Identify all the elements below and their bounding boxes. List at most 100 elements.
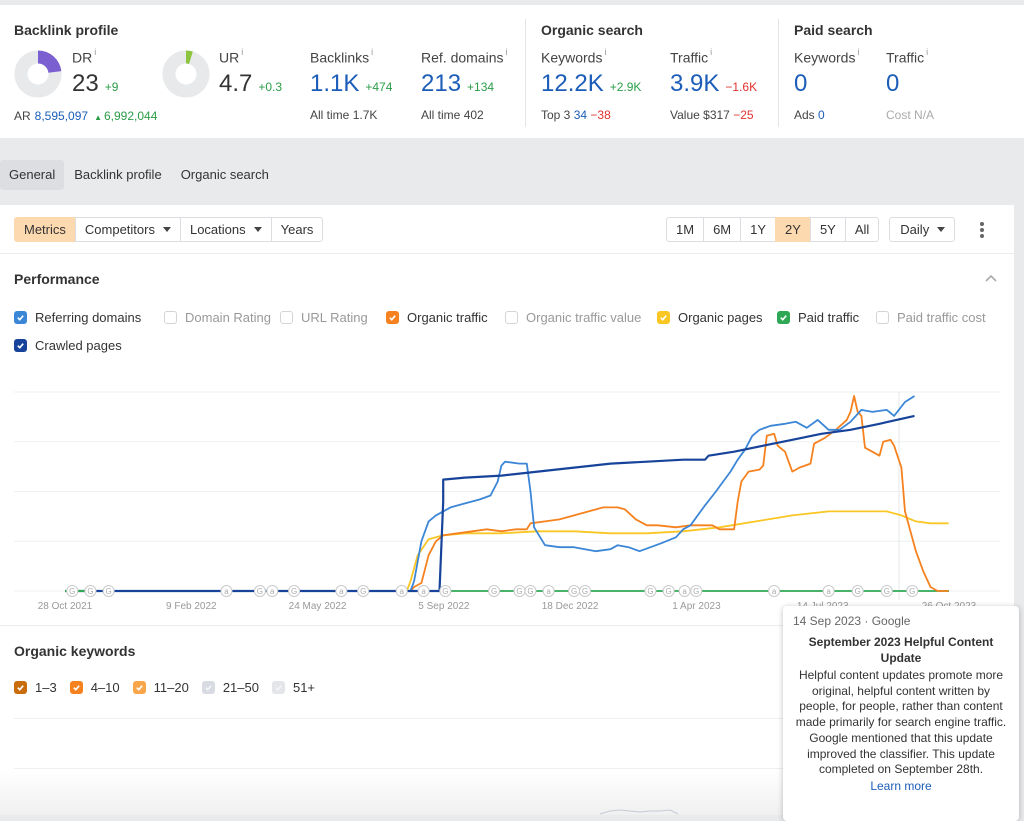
keyword-position-toggle[interactable]: 21–50 [201,680,259,695]
checkbox-unchecked-icon[interactable] [876,310,889,324]
series-toggle-url-rating[interactable]: URL Rating [280,309,368,325]
paid-traffic-label: Traffic [886,49,925,66]
paid-keywords-value[interactable]: 0 [794,70,807,97]
keyword-position-label: 4–10 [90,680,120,695]
competitors-dropdown[interactable]: Competitors [74,217,181,242]
checkbox-checked-icon[interactable] [14,310,27,324]
series-toggle-label: Domain Rating [185,309,271,325]
series-toggle-label: Paid traffic cost [897,309,986,325]
checkbox-checked-icon[interactable] [132,681,146,694]
organic-keywords-value[interactable]: 12.2K [541,70,604,97]
series-toggle-referring-domains[interactable]: Referring domains [14,309,141,325]
interval-dropdown[interactable]: Daily [889,217,956,242]
series-toggle-organic-traffic-value[interactable]: Organic traffic value [505,309,641,325]
checkbox-checked-icon[interactable] [14,338,27,352]
period-all-button[interactable]: All [844,217,880,242]
series-toggle-label: Organic pages [678,309,763,325]
info-icon[interactable]: i [241,47,243,57]
series-toggle-paid-traffic-cost[interactable]: Paid traffic cost [876,309,986,325]
traffic-value-delta: −25 [733,107,754,122]
series-toggle-label: Paid traffic [798,309,860,325]
period-2y-button[interactable]: 2Y [775,217,811,242]
checkbox-unchecked-icon[interactable] [505,310,518,324]
checkbox-checked-icon[interactable] [69,681,83,694]
x-tick-label: 9 Feb 2022 [166,601,217,612]
checkbox-unchecked-icon[interactable] [280,310,293,324]
series-toggle-label: URL Rating [301,309,368,325]
metric-ur: UR i 4.7 +0.3 [219,47,282,98]
period-1y-button[interactable]: 1Y [740,217,777,242]
paid-keywords-label: Keywords [794,49,856,66]
series-line-organic-pages [65,510,949,592]
annotation-marker-label: a [400,587,405,596]
metrics-button[interactable]: Metrics [14,217,76,242]
cost-label: Cost [886,107,911,122]
ads-value[interactable]: 0 [818,108,825,122]
annotation-marker-label: a [421,587,426,596]
checkbox-checked-icon[interactable] [386,310,399,324]
kebab-vertical-icon[interactable] [976,222,988,238]
keyword-position-toggle[interactable]: 4–10 [69,680,120,695]
top3-value[interactable]: 34 [574,108,587,122]
organic-keywords-delta: +2.9K [609,79,642,94]
report-tabs: General Backlink profile Organic search [0,160,279,190]
chevron-up-icon[interactable] [984,273,998,283]
top3-label: Top 3 [541,107,571,122]
checkbox-checked-icon[interactable] [14,681,27,694]
cost-value: N/A [914,107,935,122]
series-toggle-organic-pages[interactable]: Organic pages [657,309,763,325]
tooltip-body: Helpful content updates promote more ori… [795,668,1007,777]
x-tick-label: 1 Apr 2023 [672,601,721,612]
x-tick-label: 18 Dec 2022 [542,601,599,612]
annotation-marker-label: G [257,587,263,596]
info-icon[interactable]: i [857,47,859,57]
traffic-value-amount: $317 [703,107,730,122]
period-5y-button[interactable]: 5Y [809,217,846,242]
x-tick-label: 5 Sep 2022 [418,601,470,612]
period-selector: 1M 6M 1Y 2Y 5Y All [666,217,880,242]
tab-general[interactable]: General [0,160,65,190]
paid-traffic-value[interactable]: 0 [886,70,899,97]
info-icon[interactable]: i [604,47,606,57]
backlinks-value[interactable]: 1.1K [310,70,359,97]
checkbox-checked-icon[interactable] [657,310,670,324]
period-1m-button[interactable]: 1M [666,217,705,242]
info-icon[interactable]: i [371,47,373,57]
series-toggle-paid-traffic[interactable]: Paid traffic [777,309,859,325]
series-toggle-organic-traffic[interactable]: Organic traffic [386,309,488,325]
keyword-position-toggle[interactable]: 51+ [271,680,315,695]
metric-dr: DR i 23 +9 [72,47,118,98]
keyword-position-toggle[interactable]: 1–3 [14,680,57,695]
annotation-marker-label: G [884,587,890,596]
annotation-marker-label: G [442,587,448,596]
info-icon[interactable]: i [710,47,712,57]
period-6m-button[interactable]: 6M [703,217,742,242]
organic-traffic-value[interactable]: 3.9K [670,70,719,97]
checkbox-unchecked-icon[interactable] [271,681,285,694]
series-toggle-crawled-pages[interactable]: Crawled pages [14,337,122,353]
checkbox-checked-icon[interactable] [777,310,790,324]
locations-dropdown[interactable]: Locations [179,217,272,242]
info-icon[interactable]: i [505,47,507,57]
metric-paid-keywords: Keywords i 0 Ads 0 [794,47,859,122]
info-icon[interactable]: i [94,47,96,57]
tab-organic-search[interactable]: Organic search [172,160,278,190]
learn-more-link[interactable]: Learn more [793,778,1009,794]
ar-value[interactable]: 8,595,097 [35,109,88,123]
annotation-marker-label: G [666,587,672,596]
series-line-organic-traffic [65,395,949,592]
checkbox-unchecked-icon[interactable] [164,310,177,324]
annotation-marker-label: G [491,587,497,596]
checkbox-unchecked-icon[interactable] [201,681,215,694]
tab-backlink-profile[interactable]: Backlink profile [65,160,170,190]
info-icon[interactable]: i [926,47,928,57]
organic-traffic-delta: −1.6K [725,79,758,94]
backlinks-label: Backlinks [310,49,370,66]
years-button[interactable]: Years [270,217,324,242]
keyword-position-label: 11–20 [153,680,189,695]
ref-domains-value[interactable]: 213 [421,70,461,97]
keyword-position-toggle[interactable]: 11–20 [132,680,189,695]
series-toggle-domain-rating[interactable]: Domain Rating [164,309,271,325]
backlinks-alltime-value: 1.7K [352,107,378,122]
algorithm-update-tooltip: 14 Sep 2023 · Google September 2023 Help… [783,606,1019,821]
